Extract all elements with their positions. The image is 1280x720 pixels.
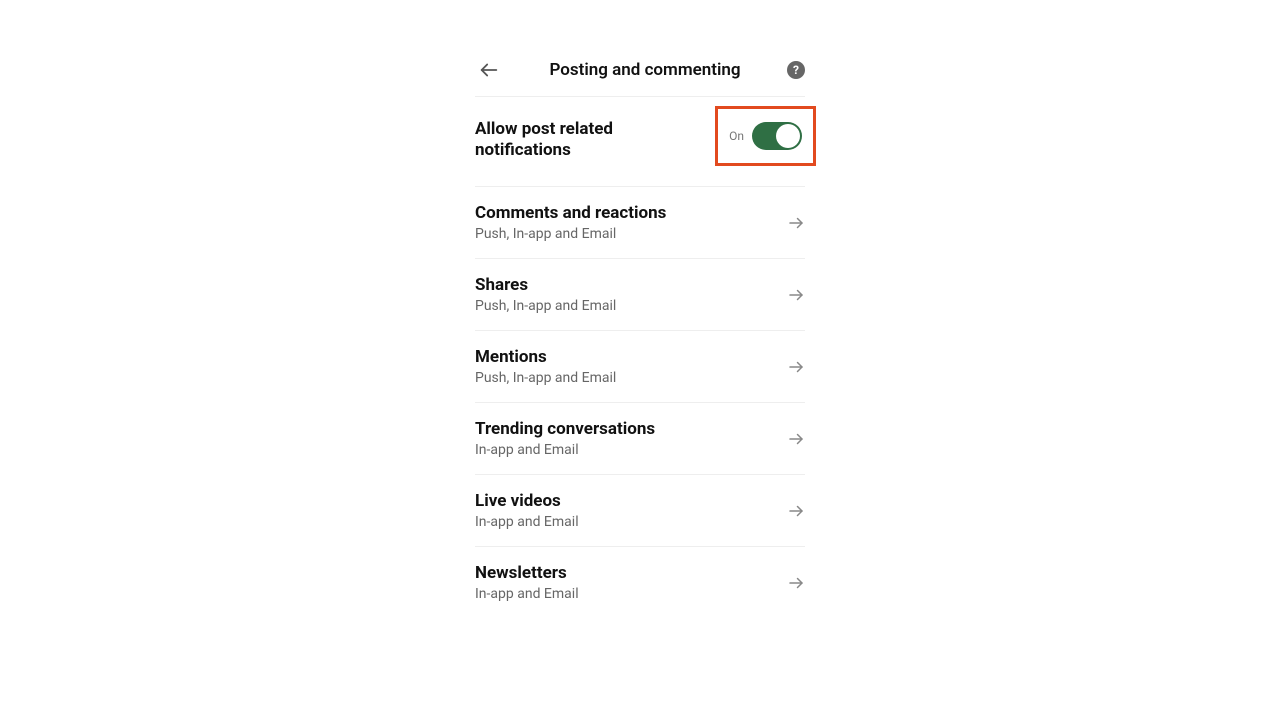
setting-title: Mentions [475,347,616,367]
setting-row[interactable]: Trending conversations In-app and Email [475,403,805,475]
setting-subtitle: In-app and Email [475,586,579,602]
setting-row[interactable]: Comments and reactions Push, In-app and E… [475,187,805,259]
setting-subtitle: Push, In-app and Email [475,226,666,242]
setting-subtitle: In-app and Email [475,442,655,458]
settings-panel: Posting and commenting ? Allow post rela… [475,50,805,720]
setting-text: Live videos In-app and Email [475,491,579,530]
setting-title: Shares [475,275,616,295]
arrow-right-icon [787,430,805,448]
arrow-right-icon [787,286,805,304]
setting-title: Newsletters [475,563,579,583]
settings-list: Comments and reactions Push, In-app and E… [475,187,805,618]
master-toggle-label: Allow post related notifications [475,119,645,162]
arrow-right-icon [787,574,805,592]
arrow-right-icon [787,214,805,232]
toggle-state-label: On [729,129,744,143]
setting-subtitle: In-app and Email [475,514,579,530]
setting-row[interactable]: Live videos In-app and Email [475,475,805,547]
setting-text: Newsletters In-app and Email [475,563,579,602]
help-button[interactable]: ? [787,61,805,79]
question-icon: ? [793,63,799,77]
setting-subtitle: Push, In-app and Email [475,370,616,386]
toggle-knob [776,124,800,148]
setting-row[interactable]: Mentions Push, In-app and Email [475,331,805,403]
arrow-right-icon [787,502,805,520]
arrow-right-icon [787,358,805,376]
arrow-left-icon [478,59,500,81]
setting-title: Trending conversations [475,419,655,439]
setting-text: Trending conversations In-app and Email [475,419,655,458]
setting-text: Shares Push, In-app and Email [475,275,616,314]
setting-row[interactable]: Shares Push, In-app and Email [475,259,805,331]
header: Posting and commenting ? [475,50,805,97]
allow-notifications-toggle[interactable] [752,122,802,150]
highlight-box: On [715,106,816,166]
setting-text: Mentions Push, In-app and Email [475,347,616,386]
setting-text: Comments and reactions Push, In-app and E… [475,203,666,242]
setting-row[interactable]: Newsletters In-app and Email [475,547,805,618]
setting-title: Comments and reactions [475,203,666,223]
setting-title: Live videos [475,491,579,511]
setting-subtitle: Push, In-app and Email [475,298,616,314]
back-button[interactable] [475,56,503,84]
master-toggle-row: Allow post related notifications On [475,97,805,187]
page-title: Posting and commenting [503,60,787,80]
